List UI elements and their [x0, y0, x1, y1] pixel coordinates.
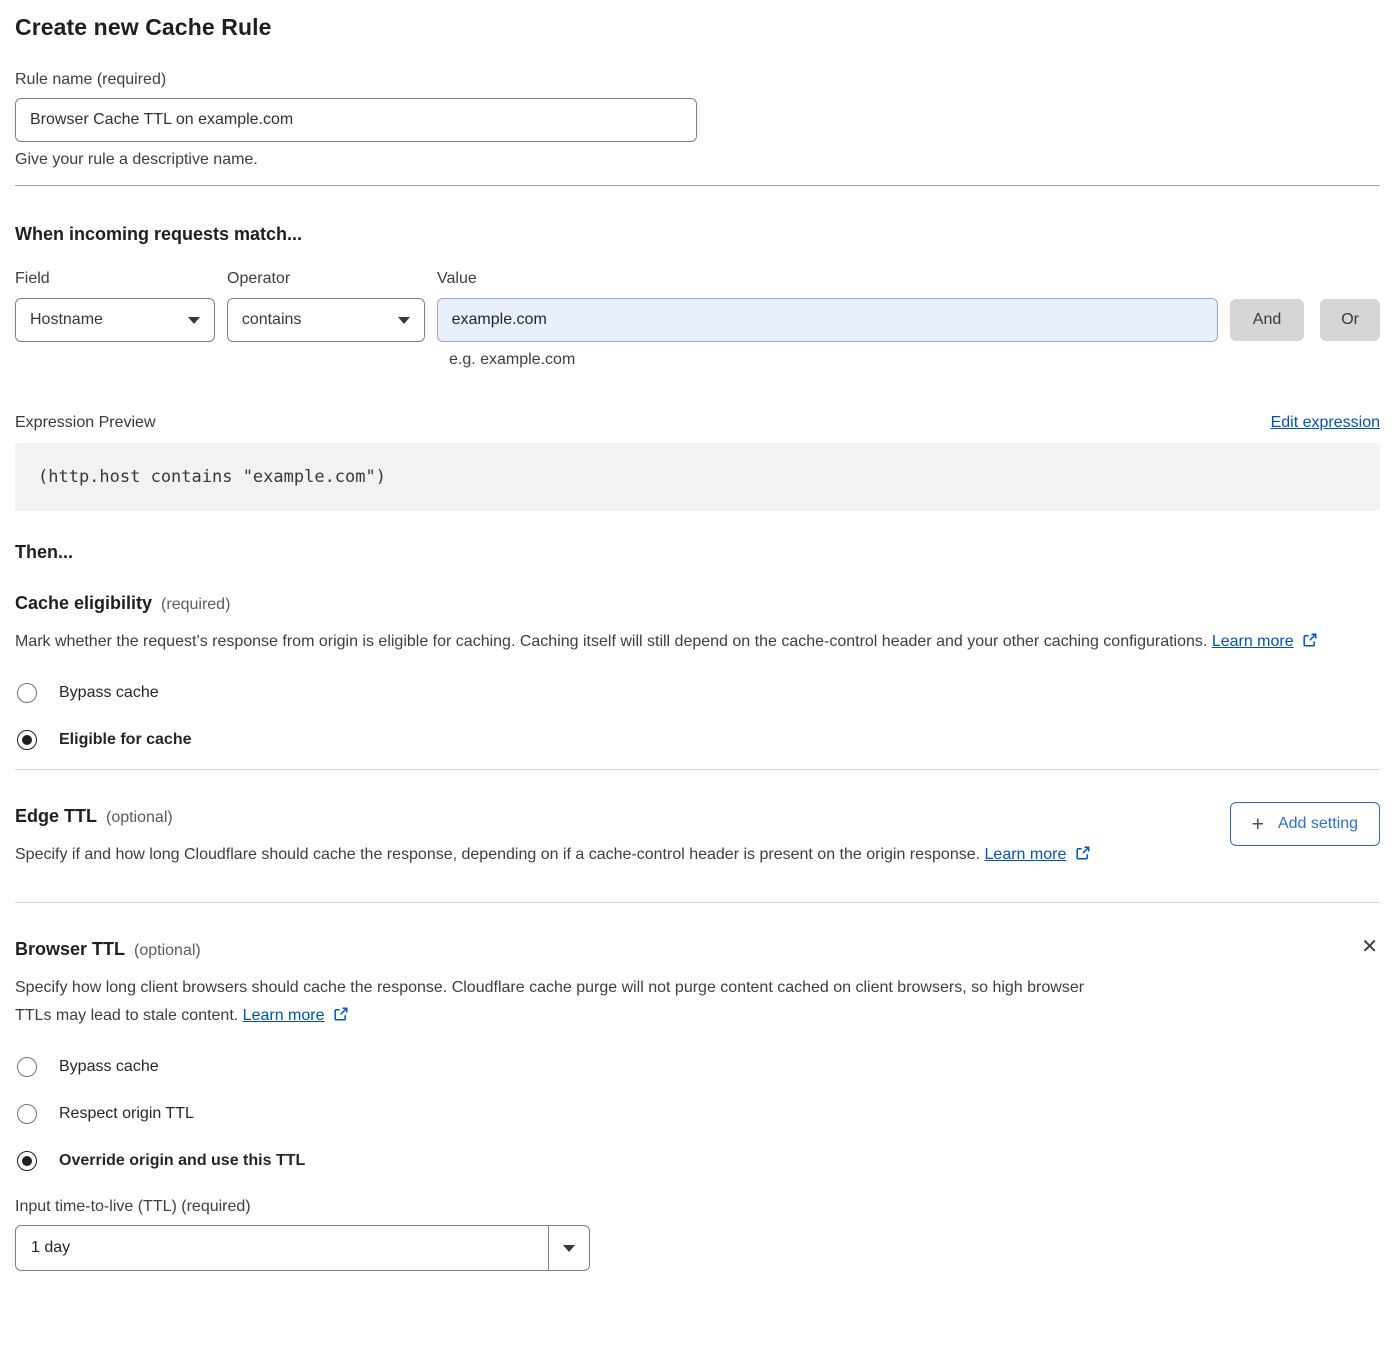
ttl-select-arrow[interactable]	[548, 1226, 589, 1270]
browser-ttl-heading-row: Browser TTL (optional)	[15, 939, 1380, 960]
operator-select[interactable]: contains	[227, 298, 425, 342]
cache-eligibility-description: Mark whether the request’s response from…	[15, 628, 1363, 656]
radio-option-respect-origin-ttl[interactable]: Respect origin TTL	[15, 1104, 1380, 1124]
radio-icon[interactable]	[17, 1057, 37, 1077]
and-button[interactable]: And	[1230, 299, 1304, 341]
ttl-select[interactable]: 1 day	[15, 1225, 590, 1271]
or-button[interactable]: Or	[1320, 299, 1380, 341]
operator-label: Operator	[227, 270, 437, 288]
ttl-select-value: 1 day	[16, 1226, 548, 1270]
browser-ttl-qualifier: (optional)	[134, 942, 201, 960]
operator-select-value: contains	[242, 311, 302, 329]
cache-eligibility-heading: Cache eligibility	[15, 593, 152, 614]
edit-expression-link[interactable]: Edit expression	[1271, 414, 1380, 432]
match-heading: When incoming requests match...	[15, 224, 1380, 245]
edge-ttl-qualifier: (optional)	[106, 809, 173, 827]
chevron-down-icon	[188, 317, 200, 324]
section-divider	[15, 185, 1380, 186]
field-select-value: Hostname	[30, 311, 103, 329]
rule-name-helper: Give your rule a descriptive name.	[15, 151, 1380, 169]
edge-ttl-section: + Add setting Edge TTL (optional) Specif…	[15, 806, 1380, 869]
radio-label: Bypass cache	[59, 1058, 159, 1076]
radio-option-override-origin-ttl[interactable]: Override origin and use this TTL	[15, 1151, 1380, 1171]
rule-name-label: Rule name (required)	[15, 71, 1380, 89]
external-link-icon	[1302, 632, 1318, 648]
field-label: Field	[15, 270, 227, 288]
edge-ttl-description-text: Specify if and how long Cloudflare shoul…	[15, 846, 980, 863]
learn-more-link[interactable]: Learn more	[985, 846, 1067, 863]
external-link-icon	[1075, 845, 1091, 861]
cache-eligibility-heading-row: Cache eligibility (required)	[15, 593, 1380, 614]
value-label: Value	[437, 270, 477, 288]
radio-label: Bypass cache	[59, 684, 159, 702]
radio-icon[interactable]	[17, 1151, 37, 1171]
ttl-input-label: Input time-to-live (TTL) (required)	[15, 1198, 1380, 1216]
radio-icon[interactable]	[17, 1104, 37, 1124]
radio-label: Override origin and use this TTL	[59, 1152, 305, 1170]
radio-icon[interactable]	[17, 683, 37, 703]
close-icon[interactable]: ✕	[1361, 937, 1378, 957]
edge-ttl-heading-row: Edge TTL (optional)	[15, 806, 1380, 827]
section-divider	[15, 902, 1380, 903]
add-setting-label: Add setting	[1278, 815, 1358, 833]
value-helper: e.g. example.com	[449, 351, 1380, 369]
radio-option-bypass-cache[interactable]: Bypass cache	[15, 1057, 1380, 1077]
rule-name-input[interactable]	[15, 98, 697, 142]
then-heading: Then...	[15, 542, 1380, 563]
radio-label: Respect origin TTL	[59, 1105, 194, 1123]
plus-icon: +	[1252, 814, 1264, 835]
page-title: Create new Cache Rule	[15, 14, 1380, 41]
expression-code-block: (http.host contains "example.com")	[15, 443, 1380, 511]
add-setting-button[interactable]: + Add setting	[1230, 802, 1380, 846]
learn-more-link[interactable]: Learn more	[243, 1007, 325, 1024]
cache-eligibility-description-text: Mark whether the request’s response from…	[15, 633, 1207, 650]
browser-ttl-heading: Browser TTL	[15, 939, 125, 960]
expression-preview-row: Expression Preview Edit expression	[15, 414, 1380, 432]
radio-label: Eligible for cache	[59, 731, 191, 749]
radio-option-bypass-cache[interactable]: Bypass cache	[15, 683, 1380, 703]
edge-ttl-description: Specify if and how long Cloudflare shoul…	[15, 841, 1127, 869]
external-link-icon	[333, 1006, 349, 1022]
radio-option-eligible-for-cache[interactable]: Eligible for cache	[15, 730, 1380, 750]
match-labels-row: Field Operator Value	[15, 270, 1380, 288]
browser-ttl-section: ✕ Browser TTL (optional) Specify how lon…	[15, 939, 1380, 1271]
value-input[interactable]	[437, 298, 1218, 342]
edge-ttl-heading: Edge TTL	[15, 806, 97, 827]
match-controls-row: Hostname contains And Or	[15, 298, 1380, 342]
learn-more-link[interactable]: Learn more	[1212, 633, 1294, 650]
section-divider	[15, 769, 1380, 770]
radio-icon[interactable]	[17, 730, 37, 750]
chevron-down-icon	[398, 317, 410, 324]
cache-eligibility-section: Cache eligibility (required) Mark whethe…	[15, 593, 1380, 750]
browser-ttl-description: Specify how long client browsers should …	[15, 974, 1113, 1030]
field-select[interactable]: Hostname	[15, 298, 215, 342]
expression-preview-label: Expression Preview	[15, 414, 156, 432]
cache-eligibility-qualifier: (required)	[161, 596, 230, 614]
chevron-down-icon	[563, 1245, 575, 1252]
browser-ttl-description-text: Specify how long client browsers should …	[15, 979, 1084, 1024]
